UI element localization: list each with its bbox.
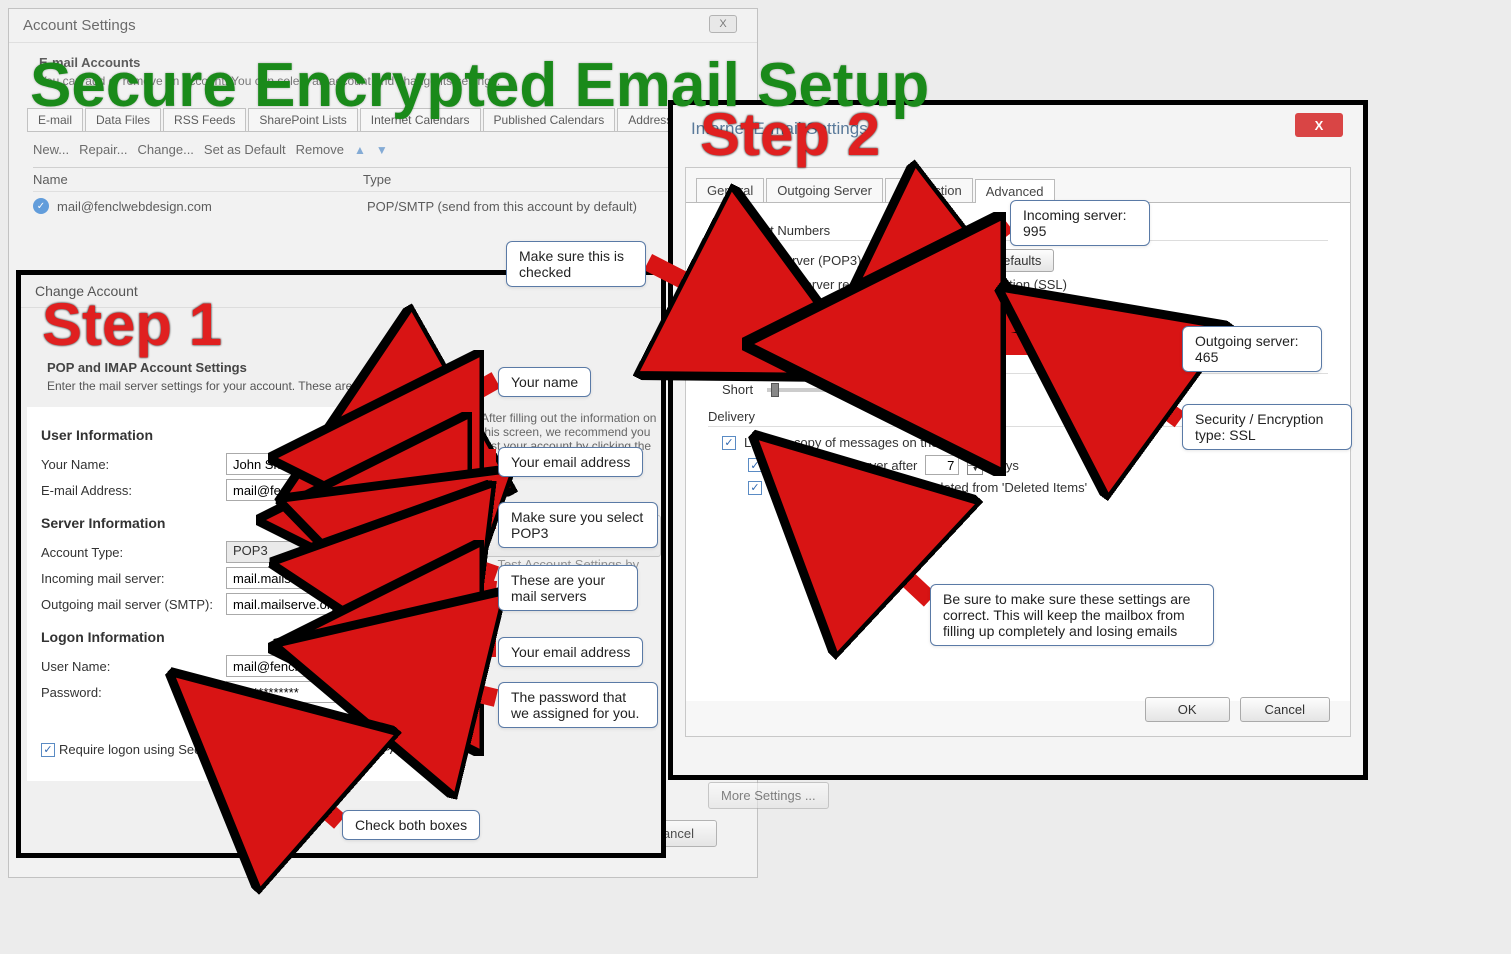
tab-connection[interactable]: Connection — [885, 178, 973, 202]
change-button[interactable]: Change... — [138, 142, 194, 157]
logon-info-heading: Logon Information — [41, 629, 442, 645]
chevron-down-icon — [1111, 323, 1131, 343]
name-input[interactable] — [226, 453, 416, 475]
ssl-required-label: This server requires an encrypted connec… — [770, 277, 1067, 292]
tab-general[interactable]: General — [696, 178, 764, 202]
callout-select-pop3: Make sure you select POP3 — [498, 502, 658, 548]
days-label: days — [991, 458, 1018, 473]
remember-password-checkbox[interactable]: ✓ — [211, 710, 225, 724]
user-info-heading: User Information — [41, 427, 442, 443]
timeout-value: 1 minute — [918, 382, 968, 397]
col-name: Name — [33, 172, 363, 187]
server-info-heading: Server Information — [41, 515, 442, 531]
close-icon[interactable]: X — [1295, 113, 1343, 137]
accounts-toolbar: New... Repair... Change... Set as Defaul… — [33, 142, 733, 157]
repair-button[interactable]: Repair... — [79, 142, 127, 157]
remove-button[interactable]: Remove — [296, 142, 344, 157]
callout-delivery-note: Be sure to make sure these settings are … — [930, 584, 1214, 646]
password-label: Password: — [41, 685, 226, 700]
username-label: User Name: — [41, 659, 226, 674]
email-label: E-mail Address: — [41, 483, 226, 498]
outgoing-server-label: Outgoing mail server (SMTP): — [41, 597, 226, 612]
long-label: Long — [871, 382, 900, 397]
callout-encryption-type: Security / Encryption type: SSL — [1182, 404, 1352, 450]
col-type: Type — [363, 172, 391, 187]
incoming-port-input[interactable] — [900, 251, 946, 271]
password-input[interactable] — [226, 681, 416, 703]
timeout-slider[interactable] — [767, 388, 857, 392]
tab-outgoing-server[interactable]: Outgoing Server — [766, 178, 883, 202]
callout-username-email: Your email address — [498, 637, 643, 667]
check-circle-icon: ✓ — [33, 198, 49, 214]
outgoing-server-input[interactable] — [226, 593, 416, 615]
outgoing-port-label: Outgoing server (SMTP): — [722, 300, 892, 315]
row-type: POP/SMTP (send from this account by defa… — [367, 199, 637, 214]
step1-heading: Step 1 — [42, 290, 222, 359]
leave-copy-label: Leave a copy of messages on the server — [744, 435, 978, 450]
more-settings-button[interactable]: More Settings ... — [708, 782, 829, 809]
username-input[interactable] — [226, 655, 416, 677]
ssl-required-checkbox[interactable]: ✓ — [748, 278, 762, 292]
spa-checkbox[interactable]: ✓ — [41, 743, 55, 757]
accounts-list: Name Type ✓ mail@fenclwebdesign.com POP/… — [33, 167, 733, 220]
remove-deleted-checkbox[interactable]: ✓ — [748, 481, 762, 495]
callout-outgoing-port: Outgoing server: 465 — [1182, 326, 1322, 372]
account-type-label: Account Type: — [41, 545, 226, 560]
default-button[interactable]: Set as Default — [204, 142, 286, 157]
callout-mail-servers: These are your mail servers — [498, 565, 638, 611]
row-name: mail@fenclwebdesign.com — [57, 199, 367, 214]
callout-incoming-port: Incoming server: 995 — [1010, 200, 1150, 246]
callout-your-name: Your name — [498, 367, 591, 397]
use-defaults-button[interactable]: Use Defaults — [954, 249, 1054, 272]
encryption-type-label: Use the following type of encrypted conn… — [748, 326, 1038, 341]
remove-deleted-label: Remove from server when deleted from 'De… — [770, 480, 1087, 495]
down-arrow-icon[interactable]: ▼ — [376, 143, 388, 157]
incoming-port-label: Incoming server (POP3): — [722, 253, 892, 268]
close-icon[interactable]: X — [709, 15, 737, 33]
step2-heading: Step 2 — [700, 100, 880, 169]
callout-your-email: Your email address — [498, 447, 643, 477]
leave-copy-checkbox[interactable]: ✓ — [722, 436, 736, 450]
ok-button[interactable]: OK — [1145, 697, 1230, 722]
callout-check-boxes: Check both boxes — [342, 810, 480, 840]
encryption-type-value: SSL — [1055, 326, 1080, 341]
account-row[interactable]: ✓ mail@fenclwebdesign.com POP/SMTP (send… — [33, 192, 733, 220]
remove-after-days-input[interactable] — [925, 455, 959, 475]
short-label: Short — [722, 382, 753, 397]
test-by-click-checkbox[interactable]: ✓ — [481, 565, 493, 579]
days-spinner[interactable]: ▲▼ — [967, 455, 983, 475]
callout-password: The password that we assigned for you. — [498, 682, 658, 728]
up-arrow-icon[interactable]: ▲ — [354, 143, 366, 157]
form-area: User Information Your Name: E-mail Addre… — [27, 407, 457, 781]
cancel-button[interactable]: Cancel — [1240, 697, 1330, 722]
dialog-title: Account Settings — [9, 9, 757, 43]
outgoing-port-input[interactable] — [900, 297, 946, 317]
incoming-server-label: Incoming mail server: — [41, 571, 226, 586]
callout-ssl-checked: Make sure this is checked — [506, 241, 646, 287]
encryption-type-select[interactable]: SSL — [1046, 322, 1132, 344]
remember-password-label: Remember password — [229, 709, 353, 724]
spa-label: Require logon using Secure Password Auth… — [59, 742, 403, 757]
email-input[interactable] — [226, 479, 416, 501]
remove-after-checkbox[interactable]: ✓ — [748, 458, 762, 472]
name-label: Your Name: — [41, 457, 226, 472]
account-type-select[interactable]: POP3 — [226, 541, 416, 563]
new-button[interactable]: New... — [33, 142, 69, 157]
remove-after-label: Remove from server after — [770, 458, 917, 473]
incoming-server-input[interactable] — [226, 567, 416, 589]
